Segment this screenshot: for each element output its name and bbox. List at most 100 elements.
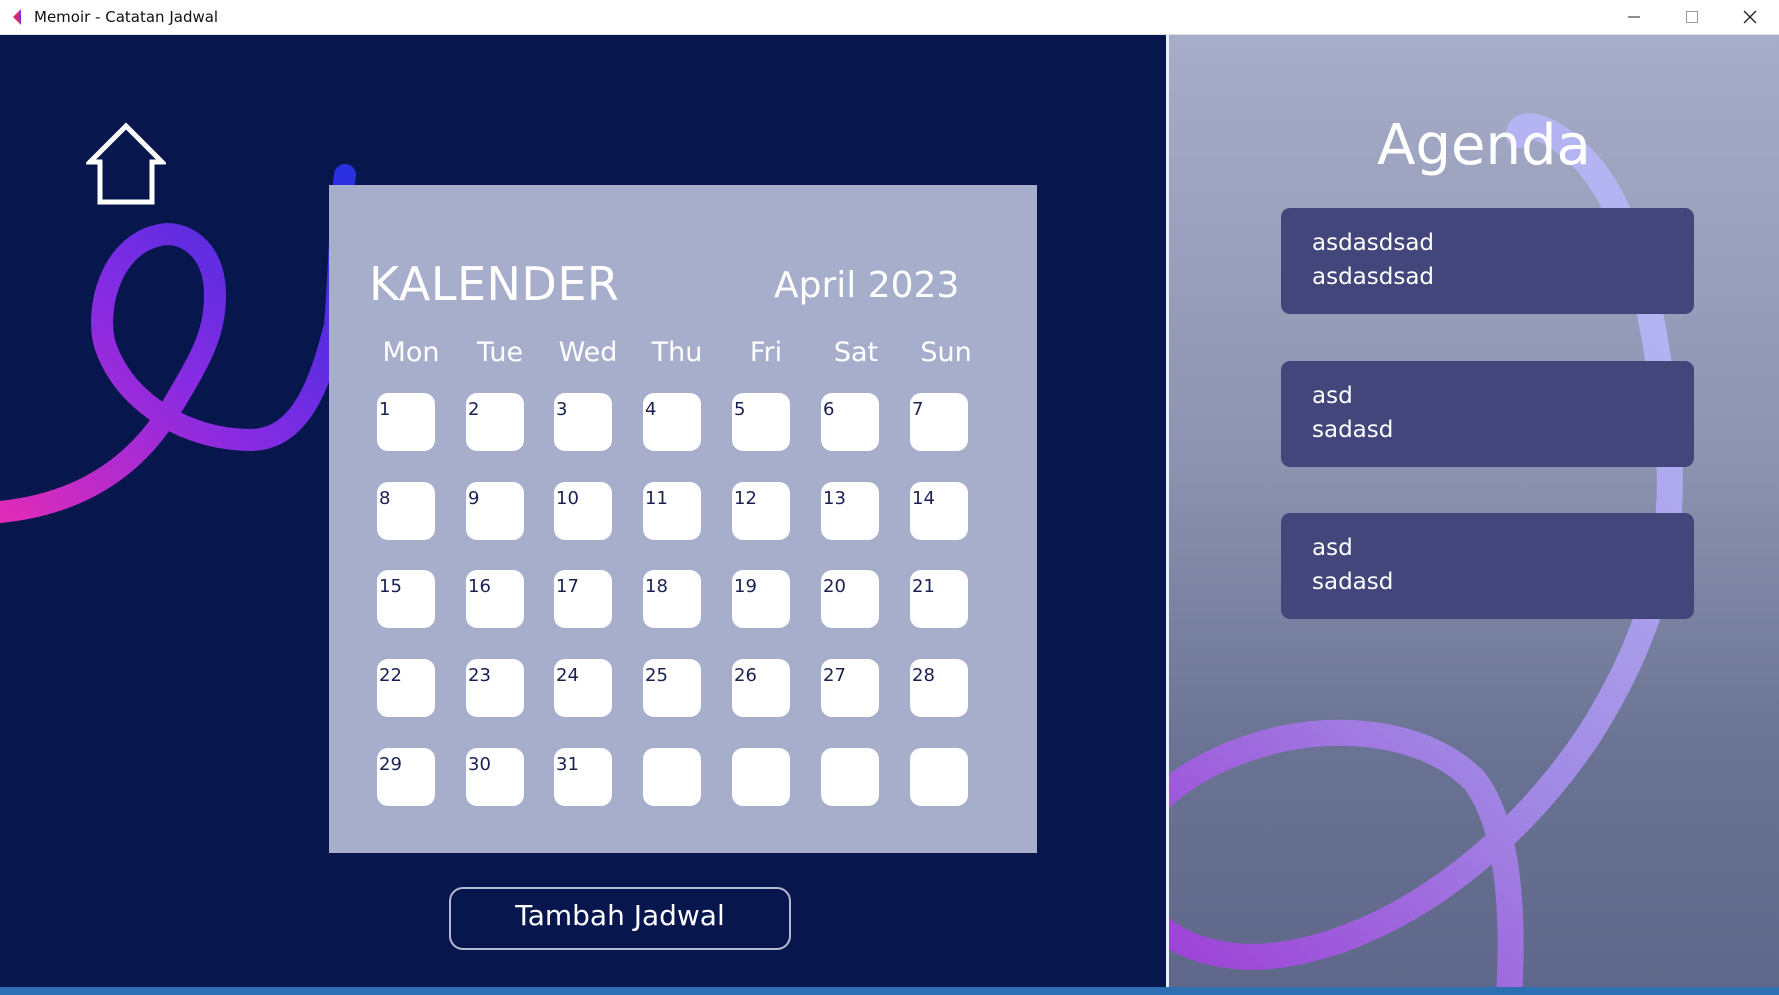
- agenda-item-description: sadasd: [1312, 417, 1394, 443]
- calendar-day-number: 30: [468, 754, 491, 775]
- calendar-day-grid: 1 2 3 4 5 6 7 8 9 10 11 12 13 14 15 16 17 18 19 20 21 22 23 24 2…: [377, 393, 977, 813]
- calendar-day-number: 11: [645, 488, 668, 509]
- calendar-day-number: 28: [912, 665, 935, 686]
- agenda-item[interactable]: asd sadasd: [1281, 513, 1694, 619]
- add-schedule-button-label: Tambah Jadwal: [515, 899, 725, 932]
- agenda-item-title: asd: [1312, 535, 1353, 561]
- calendar-day-number: 2: [468, 399, 480, 420]
- calendar-day-cell[interactable]: 24: [554, 659, 612, 717]
- calendar-day-number: 1: [379, 399, 391, 420]
- calendar-day-number: 18: [645, 576, 668, 597]
- calendar-day-cell[interactable]: 16: [466, 570, 524, 628]
- calendar-day-cell[interactable]: [643, 748, 701, 806]
- calendar-day-number: 4: [645, 399, 657, 420]
- calendar-day-cell[interactable]: [732, 748, 790, 806]
- agenda-item-description: sadasd: [1312, 569, 1394, 595]
- calendar-day-number: 24: [556, 665, 579, 686]
- calendar-day-number: 6: [823, 399, 835, 420]
- calendar-day-cell[interactable]: 9: [466, 482, 524, 540]
- calendar-day-number: 15: [379, 576, 402, 597]
- calendar-day-number: 9: [468, 488, 480, 509]
- add-schedule-button[interactable]: Tambah Jadwal: [449, 887, 791, 950]
- app-body: KALENDER April 2023 Mon Tue Wed Thu Fri …: [0, 35, 1779, 987]
- calendar-day-number: 26: [734, 665, 757, 686]
- agenda-title: Agenda: [1377, 113, 1591, 178]
- calendar-day-number: 21: [912, 576, 935, 597]
- calendar-day-cell[interactable]: 28: [910, 659, 968, 717]
- calendar-day-cell[interactable]: 30: [466, 748, 524, 806]
- home-button[interactable]: [83, 122, 169, 206]
- calendar-month-label: April 2023: [774, 265, 960, 306]
- calendar-day-cell[interactable]: 29: [377, 748, 435, 806]
- calendar-day-cell[interactable]: 26: [732, 659, 790, 717]
- weekday-thu: Thu: [651, 337, 703, 368]
- calendar-day-number: 3: [556, 399, 568, 420]
- calendar-day-number: 25: [645, 665, 668, 686]
- window-title: Memoir - Catatan Jadwal: [34, 8, 219, 26]
- calendar-day-cell[interactable]: 15: [377, 570, 435, 628]
- calendar-day-cell[interactable]: 31: [554, 748, 612, 806]
- calendar-day-cell[interactable]: 2: [466, 393, 524, 451]
- calendar-day-number: 16: [468, 576, 491, 597]
- weekday-wed: Wed: [558, 337, 618, 368]
- calendar-day-cell[interactable]: 13: [821, 482, 879, 540]
- calendar-day-cell[interactable]: 7: [910, 393, 968, 451]
- calendar-day-number: 5: [734, 399, 746, 420]
- calendar-day-cell[interactable]: 11: [643, 482, 701, 540]
- calendar-day-number: 12: [734, 488, 757, 509]
- agenda-item-title: asd: [1312, 383, 1353, 409]
- calendar-day-cell[interactable]: [821, 748, 879, 806]
- calendar-day-cell[interactable]: 5: [732, 393, 790, 451]
- weekday-sun: Sun: [920, 337, 972, 368]
- agenda-item[interactable]: asd sadasd: [1281, 361, 1694, 467]
- calendar-day-number: 19: [734, 576, 757, 597]
- calendar-day-number: 23: [468, 665, 491, 686]
- calendar-day-cell[interactable]: 17: [554, 570, 612, 628]
- window-controls: [1605, 0, 1779, 34]
- calendar-day-cell[interactable]: 22: [377, 659, 435, 717]
- minimize-button[interactable]: [1605, 0, 1663, 34]
- calendar-day-cell[interactable]: 25: [643, 659, 701, 717]
- calendar-day-cell[interactable]: 19: [732, 570, 790, 628]
- calendar-day-cell[interactable]: 1: [377, 393, 435, 451]
- close-button[interactable]: [1721, 0, 1779, 34]
- home-icon: [83, 122, 169, 205]
- calendar-day-number: 22: [379, 665, 402, 686]
- window-titlebar: Memoir - Catatan Jadwal: [0, 0, 1779, 35]
- calendar-day-cell[interactable]: 10: [554, 482, 612, 540]
- weekday-sat: Sat: [833, 337, 879, 368]
- close-icon: [1743, 10, 1757, 24]
- agenda-item[interactable]: asdasdsad asdasdsad: [1281, 208, 1694, 314]
- weekday-header: Mon Tue Wed Thu Fri Sat Sun: [367, 337, 997, 373]
- calendar-day-cell[interactable]: 18: [643, 570, 701, 628]
- status-bar: [0, 987, 1779, 995]
- calendar-day-number: 20: [823, 576, 846, 597]
- calendar-day-cell[interactable]: 4: [643, 393, 701, 451]
- calendar-day-cell[interactable]: 8: [377, 482, 435, 540]
- calendar-day-cell[interactable]: 12: [732, 482, 790, 540]
- weekday-tue: Tue: [476, 337, 524, 368]
- calendar-day-number: 7: [912, 399, 924, 420]
- maximize-button[interactable]: [1663, 0, 1721, 34]
- calendar-day-number: 14: [912, 488, 935, 509]
- agenda-item-title: asdasdsad: [1312, 230, 1435, 256]
- calendar-title: KALENDER: [369, 257, 620, 311]
- calendar-panel: KALENDER April 2023 Mon Tue Wed Thu Fri …: [0, 35, 1166, 987]
- calendar-day-number: 27: [823, 665, 846, 686]
- calendar-day-cell[interactable]: [910, 748, 968, 806]
- calendar-day-cell[interactable]: 14: [910, 482, 968, 540]
- calendar-day-number: 8: [379, 488, 391, 509]
- calendar-day-cell[interactable]: 6: [821, 393, 879, 451]
- calendar-day-cell[interactable]: 27: [821, 659, 879, 717]
- minimize-icon: [1628, 16, 1640, 18]
- calendar-day-cell[interactable]: 3: [554, 393, 612, 451]
- agenda-item-description: asdasdsad: [1312, 264, 1435, 290]
- calendar-day-cell[interactable]: 20: [821, 570, 879, 628]
- calendar-day-number: 17: [556, 576, 579, 597]
- calendar-day-cell[interactable]: 21: [910, 570, 968, 628]
- calendar-day-cell[interactable]: 23: [466, 659, 524, 717]
- weekday-fri: Fri: [749, 337, 783, 368]
- calendar-card: KALENDER April 2023 Mon Tue Wed Thu Fri …: [329, 185, 1037, 853]
- app-logo-icon: [13, 9, 21, 25]
- weekday-mon: Mon: [382, 337, 440, 368]
